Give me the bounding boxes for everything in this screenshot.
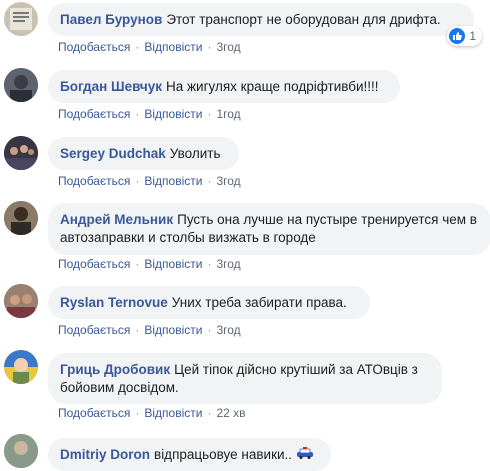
avatar-image-icon	[10, 8, 32, 30]
comment-author[interactable]: Dmitriy Doron	[60, 447, 150, 462]
comment-actions: Подобається · Відповісти · 3год	[58, 323, 241, 337]
reply-link[interactable]: Відповісти	[144, 40, 202, 54]
separator: ·	[135, 40, 140, 54]
comment-bubble: Павел Бурунов Этот транспорт не оборудова…	[48, 3, 482, 46]
avatar[interactable]	[4, 136, 38, 170]
comment-text: Этот транспорт не оборудован для дрифта.	[166, 12, 441, 27]
avatar[interactable]	[4, 68, 38, 102]
reply-link[interactable]: Відповісти	[144, 174, 202, 188]
avatar-image-icon	[4, 434, 38, 468]
comment-text: Уних треба забирати права.	[171, 295, 347, 310]
timestamp[interactable]: 3год	[216, 40, 240, 54]
timestamp[interactable]: 3год	[216, 174, 240, 188]
like-reaction-icon	[449, 28, 466, 44]
reaction-number: 1	[469, 29, 476, 43]
avatar-image-icon	[4, 201, 38, 235]
reply-link[interactable]: Відповісти	[144, 107, 202, 121]
like-link[interactable]: Подобається	[58, 257, 130, 271]
avatar-image-icon	[4, 68, 38, 102]
comment-text: відпрацьовуе навики..	[154, 447, 293, 462]
timestamp[interactable]: 22 хв	[216, 406, 245, 420]
avatar-image-icon	[4, 284, 38, 318]
timestamp[interactable]: 1год	[216, 107, 240, 121]
avatar[interactable]	[4, 2, 38, 36]
avatar[interactable]	[4, 434, 38, 468]
separator: ·	[207, 257, 212, 271]
reply-link[interactable]: Відповісти	[144, 323, 202, 337]
comment-bubble: Sergey Dudchak Уволить	[48, 137, 239, 170]
avatar[interactable]	[4, 350, 38, 384]
like-link[interactable]: Подобається	[58, 406, 130, 420]
comment-actions: Подобається · Відповісти · 3год	[58, 257, 241, 271]
like-link[interactable]: Подобається	[58, 323, 130, 337]
comment-bubble: Гриць Дробовик Цей тіпок дійсно крутіший …	[48, 353, 442, 404]
avatar[interactable]	[4, 201, 38, 235]
timestamp[interactable]: 3год	[216, 257, 240, 271]
comment-actions: Подобається · Відповісти · 3год	[58, 174, 241, 188]
like-link[interactable]: Подобається	[58, 107, 130, 121]
reply-link[interactable]: Відповісти	[144, 406, 202, 420]
separator: ·	[135, 323, 140, 337]
comment-bubble: Андрей Мельник Пусть она лучше на пустыре…	[48, 203, 490, 255]
separator: ·	[207, 323, 212, 337]
comment-text: На жигулях краще подріфтивби!!!!	[166, 79, 379, 94]
police-car-icon	[296, 446, 314, 464]
comment-author[interactable]: Богдан Шевчук	[60, 79, 162, 94]
like-link[interactable]: Подобається	[58, 40, 130, 54]
comment-actions: Подобається · Відповісти · 22 хв	[58, 406, 246, 420]
comment-bubble: Богдан Шевчук На жигулях краще подріфтивб…	[48, 70, 400, 103]
avatar[interactable]	[4, 284, 38, 318]
comment-author[interactable]: Ryslan Ternovue	[60, 295, 168, 310]
separator: ·	[135, 257, 140, 271]
timestamp[interactable]: 3год	[216, 323, 240, 337]
reaction-count[interactable]: 1	[447, 26, 482, 46]
like-link[interactable]: Подобається	[58, 174, 130, 188]
separator: ·	[135, 174, 140, 188]
comment-bubble: Dmitriy Doron відпрацьовуе навики..	[48, 438, 331, 471]
comment-actions: Подобається · Відповісти · 3год	[58, 40, 241, 54]
comment-author[interactable]: Павел Бурунов	[60, 12, 162, 27]
comment-author[interactable]: Андрей Мельник	[60, 212, 173, 227]
comment-author[interactable]: Sergey Dudchak	[60, 146, 166, 161]
separator: ·	[135, 406, 140, 420]
comment-text: Уволить	[169, 146, 221, 161]
comment-author[interactable]: Гриць Дробовик	[60, 362, 170, 377]
separator: ·	[207, 174, 212, 188]
separator: ·	[135, 107, 140, 121]
separator: ·	[207, 406, 212, 420]
comment-actions: Подобається · Відповісти · 1год	[58, 107, 241, 121]
comment-bubble: Ryslan Ternovue Уних треба забирати права…	[48, 286, 370, 319]
separator: ·	[207, 107, 212, 121]
avatar-image-icon	[4, 136, 38, 170]
reply-link[interactable]: Відповісти	[144, 257, 202, 271]
avatar-image-icon	[4, 350, 38, 384]
separator: ·	[207, 40, 212, 54]
